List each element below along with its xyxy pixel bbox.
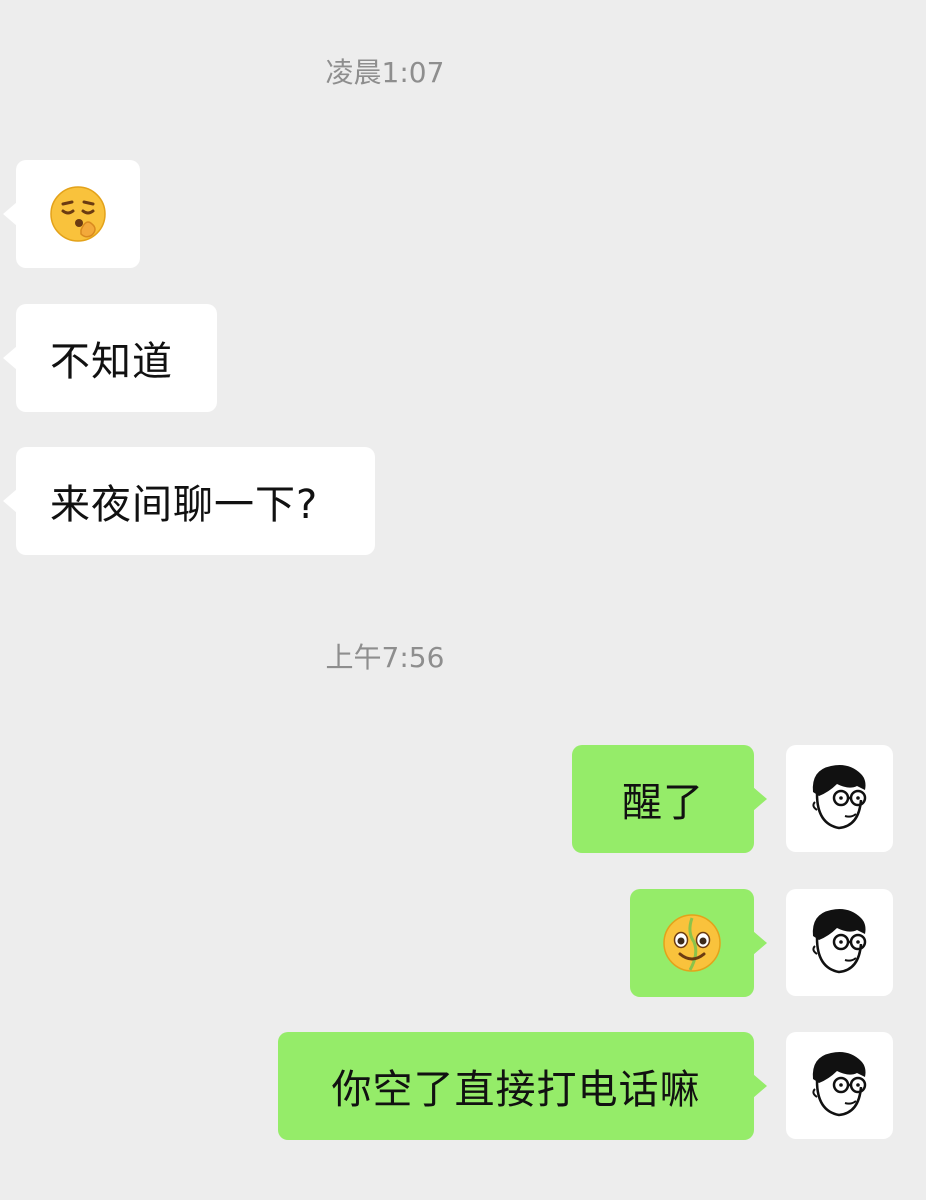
message-text: 来夜间聊一下? xyxy=(50,482,319,528)
message-text: 醒了 xyxy=(622,780,704,826)
incoming-message-bubble[interactable]: 来夜间聊一下? xyxy=(3,447,375,555)
shushing-face-emoji-icon xyxy=(48,184,108,244)
message-text: 你空了直接打电话嘛 xyxy=(331,1067,701,1113)
own-avatar[interactable] xyxy=(786,1032,893,1139)
timestamp: 凌晨1:07 xyxy=(325,56,445,89)
message-text: 不知道 xyxy=(50,339,173,385)
outgoing-message-bubble[interactable]: 你空了直接打电话嘛 xyxy=(278,1032,767,1140)
own-avatar[interactable] xyxy=(786,745,893,852)
outgoing-message-bubble[interactable]: 醒了 xyxy=(572,745,767,853)
man-with-glasses-avatar-icon xyxy=(809,906,871,980)
man-with-glasses-avatar-icon xyxy=(809,762,871,836)
melting-smile-emoji-icon xyxy=(661,912,723,974)
incoming-message-bubble[interactable] xyxy=(3,160,140,268)
man-with-glasses-avatar-icon xyxy=(809,1049,871,1123)
incoming-message-bubble[interactable]: 不知道 xyxy=(3,304,217,412)
timestamp: 上午7:56 xyxy=(325,641,445,674)
own-avatar[interactable] xyxy=(786,889,893,996)
outgoing-message-bubble[interactable] xyxy=(630,889,767,997)
